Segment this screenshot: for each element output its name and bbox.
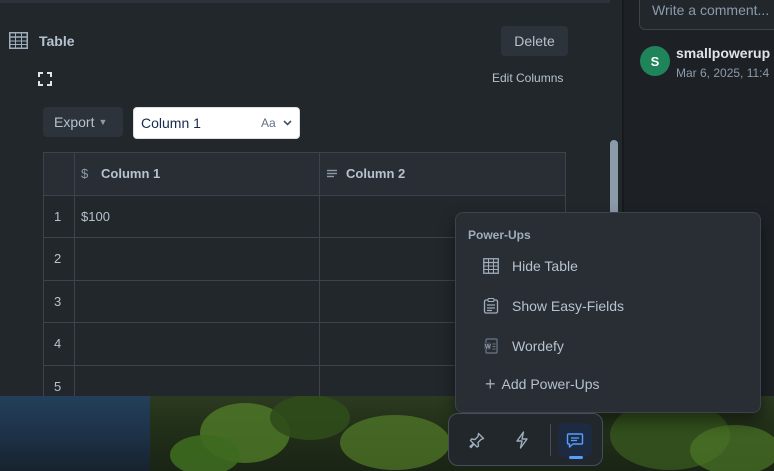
table-cell[interactable] xyxy=(74,237,320,281)
comment-icon xyxy=(566,433,584,448)
lightning-icon xyxy=(516,431,528,449)
fullscreen-icon[interactable] xyxy=(38,72,52,86)
format-icon: Aa xyxy=(261,116,276,130)
row-number: 1 xyxy=(43,194,75,238)
comment-timestamp[interactable]: Mar 6, 2025, 11:4 xyxy=(676,66,769,80)
powerups-title: Power-Ups xyxy=(468,228,531,242)
toolbar-separator xyxy=(550,424,551,456)
menu-item-hide-table[interactable]: Hide Table xyxy=(456,248,760,284)
menu-item-show-easy-fields[interactable]: Show Easy-Fields xyxy=(456,288,760,324)
column-select[interactable]: Column 1 Aa xyxy=(133,107,300,139)
pin-button[interactable] xyxy=(460,423,494,457)
export-label: Export xyxy=(54,114,95,130)
dollar-icon: $ xyxy=(81,166,89,182)
bottom-toolbar xyxy=(448,413,603,466)
column-select-value: Column 1 xyxy=(141,115,201,131)
table-cell[interactable] xyxy=(74,279,320,323)
column-header[interactable]: $ Column 1 xyxy=(74,152,320,196)
add-powerups-label: Add Power-Ups xyxy=(501,376,600,392)
menu-item-label: Show Easy-Fields xyxy=(512,298,625,314)
row-number-header xyxy=(43,152,75,196)
menu-item-label: Wordefy xyxy=(512,338,564,354)
chevron-down-icon xyxy=(283,120,292,126)
pin-icon xyxy=(469,432,485,449)
row-number: 2 xyxy=(43,237,75,281)
panel-top-edge xyxy=(0,0,610,3)
add-powerups-button[interactable]: + Add Power-Ups xyxy=(485,374,600,394)
comments-button[interactable] xyxy=(558,423,592,457)
word-doc-icon: W xyxy=(484,338,498,354)
background-blue-region xyxy=(0,395,150,471)
table-icon xyxy=(9,32,28,49)
svg-text:W: W xyxy=(485,344,491,350)
table-cell[interactable] xyxy=(74,322,320,366)
table-icon xyxy=(483,258,499,274)
plus-icon: + xyxy=(485,374,496,394)
menu-item-wordefy[interactable]: W Wordefy xyxy=(456,328,760,364)
avatar[interactable]: S xyxy=(640,46,670,76)
powerups-popover: Power-Ups Hide Table Show Easy-Fields W xyxy=(455,212,761,413)
text-lines-icon xyxy=(327,169,337,177)
form-icon xyxy=(483,298,499,314)
comment-username[interactable]: smallpowerup xyxy=(676,45,770,61)
menu-item-label: Hide Table xyxy=(512,258,578,274)
automation-button[interactable] xyxy=(505,423,539,457)
row-number: 3 xyxy=(43,279,75,323)
export-button[interactable]: Export ▼ xyxy=(43,107,123,137)
column-header[interactable]: Column 2 xyxy=(319,152,566,196)
row-number: 5 xyxy=(43,364,75,396)
column-header-label: Column 1 xyxy=(101,166,161,182)
table-header-row: $ Column 1 Column 2 xyxy=(43,152,566,196)
active-indicator xyxy=(569,456,583,459)
edit-columns-link[interactable]: Edit Columns xyxy=(492,71,563,85)
chevron-down-icon: ▼ xyxy=(98,117,108,127)
column-header-label: Column 2 xyxy=(346,166,406,182)
table-cell[interactable] xyxy=(74,364,320,396)
row-number: 4 xyxy=(43,322,75,366)
delete-button[interactable]: Delete xyxy=(501,26,568,56)
table-cell[interactable]: $100 xyxy=(74,194,320,238)
comment-input[interactable]: Write a comment... xyxy=(639,0,774,30)
table-section-title: Table xyxy=(39,33,75,49)
